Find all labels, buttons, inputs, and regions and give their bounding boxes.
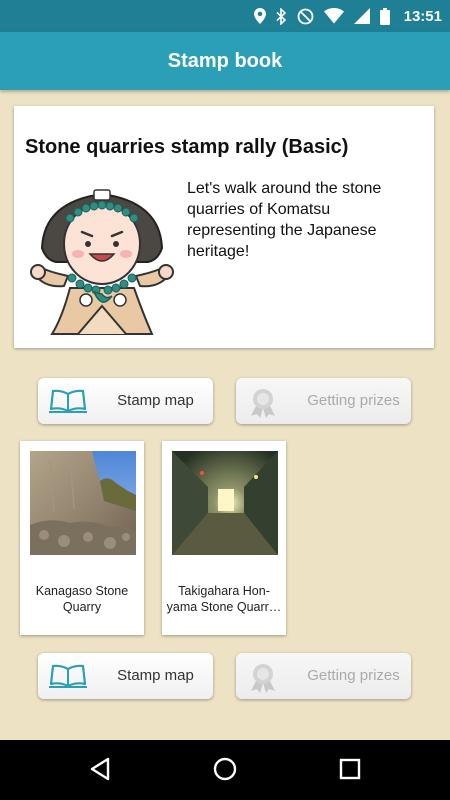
status-bar: 13:51 (0, 0, 450, 32)
quarry-photo (30, 451, 136, 555)
quarry-name: Takigahara Hon-yama Stone Quarr… (166, 584, 282, 614)
getting-prizes-label: Getting prizes (307, 667, 400, 684)
signal-icon (353, 8, 370, 24)
status-time: 13:51 (403, 7, 442, 25)
do-not-disturb-icon (297, 8, 314, 24)
recents-icon[interactable] (338, 756, 362, 782)
award-ribbon-icon (251, 389, 275, 418)
stamp-map-label: Stamp map (117, 667, 194, 684)
quarry-photo (172, 451, 278, 555)
navigation-bar (0, 740, 450, 800)
home-icon[interactable] (213, 756, 237, 782)
getting-prizes-button[interactable]: Getting prizes (236, 378, 411, 424)
mascot-image (30, 189, 174, 335)
getting-prizes-button-bottom[interactable]: Getting prizes (236, 653, 411, 699)
stamp-map-label: Stamp map (117, 392, 194, 409)
page-title: Stamp book (167, 49, 283, 72)
award-ribbon-icon (251, 664, 275, 693)
book-icon (49, 389, 87, 413)
stamp-map-button[interactable]: Stamp map (38, 378, 213, 424)
bluetooth-icon (276, 7, 286, 25)
rally-description: Let's walk around the stone quarries of … (187, 180, 382, 260)
quarry-card-takigahara[interactable]: Takigahara Hon-yama Stone Quarr… (162, 441, 286, 635)
back-icon[interactable] (88, 756, 112, 782)
rally-card[interactable]: Stone quarries stamp rally (Basic) Let's… (14, 106, 434, 348)
getting-prizes-label: Getting prizes (307, 392, 400, 409)
app-bar: Stamp book (0, 32, 450, 90)
quarry-name: Kanagaso Stone Quarry (35, 584, 129, 614)
quarry-card-kanagaso[interactable]: Kanagaso Stone Quarry (20, 441, 144, 635)
battery-icon (379, 7, 390, 25)
stamp-map-button-bottom[interactable]: Stamp map (38, 653, 213, 699)
location-icon (253, 8, 266, 24)
wifi-icon (323, 8, 344, 24)
rally-title: Stone quarries stamp rally (Basic) (25, 136, 349, 158)
book-icon (49, 664, 87, 688)
